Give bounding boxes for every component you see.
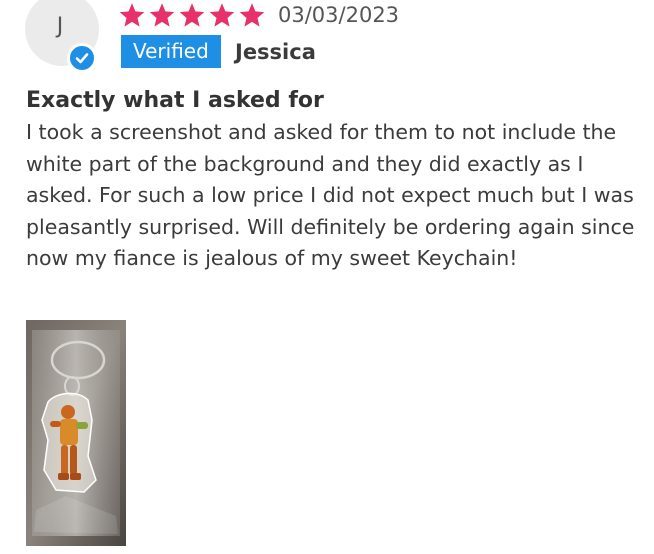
verified-badge: Verified xyxy=(121,35,221,68)
review-title: Exactly what I asked for xyxy=(26,88,324,113)
review-body: I took a screenshot and asked for them t… xyxy=(26,120,635,271)
reviewer-name: Jessica xyxy=(235,40,316,64)
star-icon xyxy=(238,2,266,29)
star-icon xyxy=(208,2,236,29)
star-icon xyxy=(118,2,146,29)
star-icon xyxy=(178,2,206,29)
star-icon xyxy=(148,2,176,29)
review-date: 03/03/2023 xyxy=(278,3,400,27)
review-photo-thumbnail[interactable] xyxy=(26,320,126,546)
keychain-photo-icon xyxy=(26,320,126,546)
verified-check-icon xyxy=(67,43,97,73)
review-card: J 03/03/2023 Verified Jessica Exactly wh… xyxy=(0,0,654,554)
star-rating xyxy=(118,2,266,29)
